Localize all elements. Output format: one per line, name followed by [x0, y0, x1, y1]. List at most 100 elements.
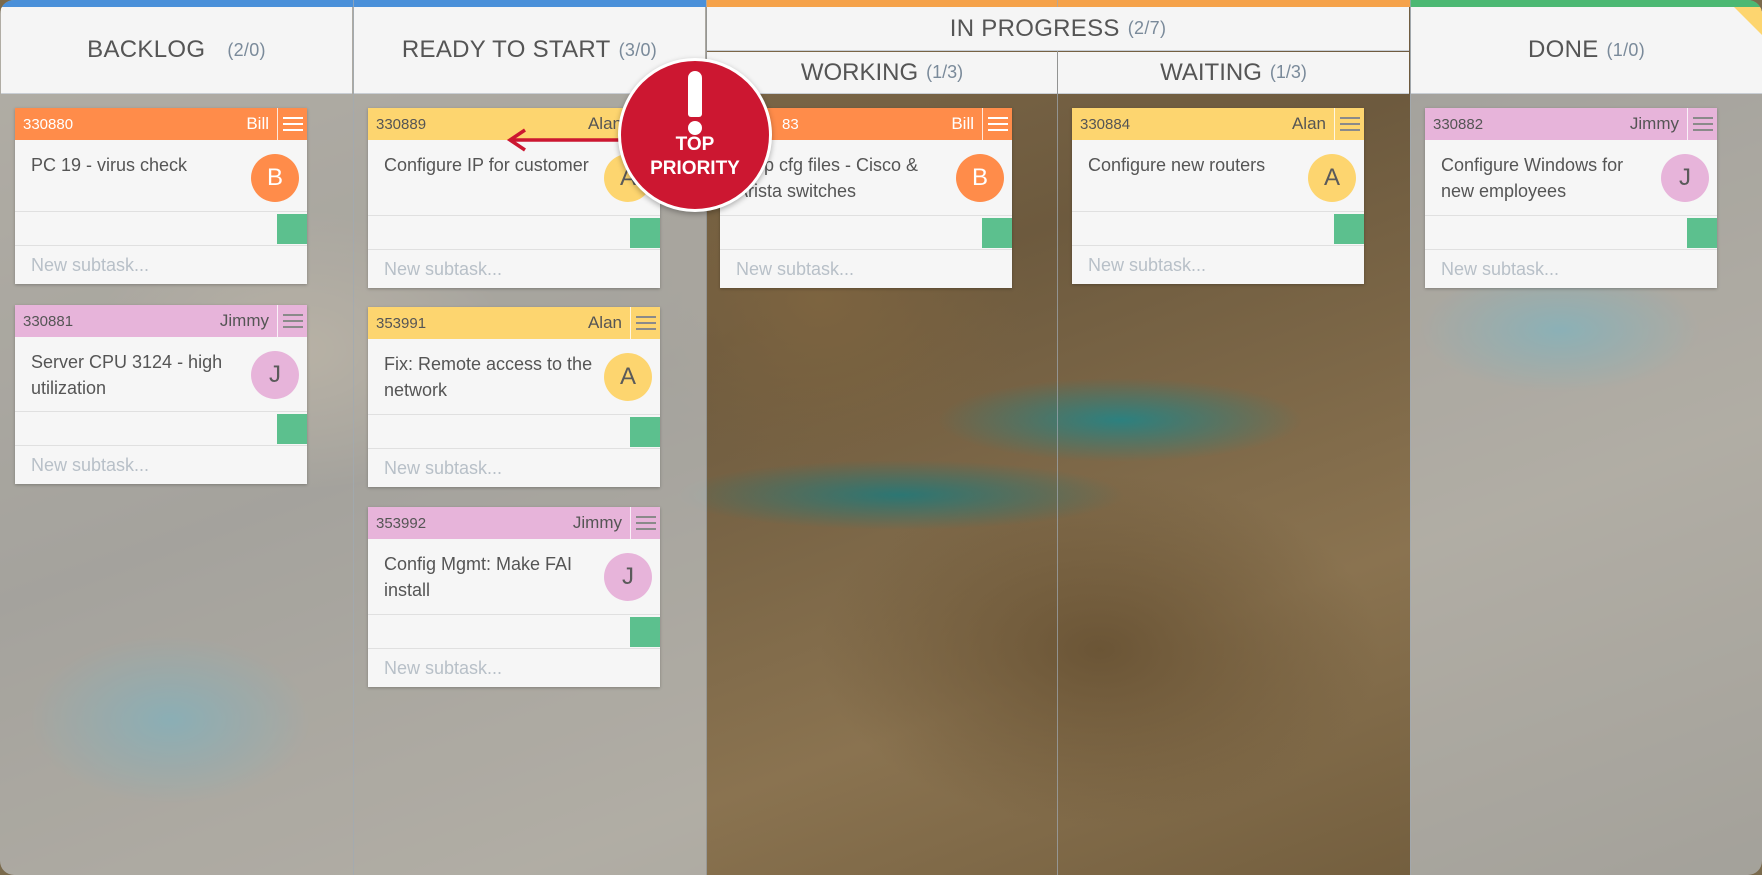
- column-title: READY TO START: [401, 36, 611, 63]
- card-id: 353992: [376, 514, 427, 532]
- card-owner: Alan: [1291, 114, 1326, 133]
- card-title: Config Mgmt: Make FAI install: [384, 554, 573, 600]
- card-title: Fix: Remote access to the network: [384, 354, 593, 400]
- card-header: 353991 Alan: [368, 307, 660, 339]
- avatar[interactable]: A: [1308, 154, 1356, 202]
- avatar[interactable]: A: [604, 353, 652, 401]
- status-tag[interactable]: [630, 617, 660, 647]
- new-subtask-input[interactable]: New subtask...: [1072, 246, 1364, 284]
- card-header: 330880 Bill: [15, 108, 307, 140]
- card-tag-row: [1072, 212, 1364, 246]
- task-card[interactable]: 330881 Jimmy Server CPU 3124 - high util…: [15, 305, 307, 484]
- card-title: Server CPU 3124 - high utilization: [31, 352, 223, 398]
- done-header[interactable]: DONE (1/0): [1411, 7, 1762, 94]
- status-tag[interactable]: [277, 214, 307, 244]
- card-tag-row: [368, 415, 660, 449]
- card-body: Config Mgmt: Make FAI install J: [368, 539, 660, 615]
- waiting-header[interactable]: WAITING (1/3): [1058, 52, 1409, 94]
- new-subtask-input[interactable]: New subtask...: [368, 649, 660, 687]
- card-title: Configure IP for customer: [384, 155, 589, 175]
- column-title: WAITING: [1160, 58, 1262, 86]
- task-card[interactable]: 330884 Alan Configure new routers A New …: [1072, 108, 1364, 284]
- exclamation-icon: [688, 71, 702, 135]
- card-owner: Bill: [246, 114, 269, 133]
- priority-line-1: TOP: [675, 134, 715, 155]
- column-count: (2/7): [1127, 18, 1167, 38]
- card-owner: Alan: [587, 313, 622, 332]
- column-title: DONE: [1527, 36, 1599, 63]
- card-id: 353991: [376, 314, 427, 332]
- avatar[interactable]: B: [251, 154, 299, 202]
- card-title: Configure Windows for new employees: [1441, 155, 1624, 201]
- card-menu-icon[interactable]: [1687, 108, 1717, 140]
- task-card[interactable]: 353991 Alan Fix: Remote access to the ne…: [368, 307, 660, 487]
- backlog-header[interactable]: BACKLOG (2/0): [1, 7, 352, 94]
- card-title: PC 19 - virus check: [31, 155, 188, 175]
- status-tag[interactable]: [1687, 218, 1717, 248]
- working-header[interactable]: WORKING (1/3): [707, 52, 1057, 94]
- card-menu-icon[interactable]: [277, 305, 307, 337]
- card-tag-row: [15, 412, 307, 446]
- column-count: (1/3): [926, 62, 964, 82]
- top-priority-badge: TOP PRIORITY: [618, 58, 772, 212]
- card-tag-row: [720, 216, 1012, 250]
- kanban-board: BACKLOG (2/0) READY TO START (3/0) IN PR…: [0, 0, 1762, 875]
- new-subtask-input[interactable]: New subtask...: [15, 246, 307, 284]
- done-color-bar: [1410, 0, 1762, 7]
- card-menu-icon[interactable]: [1334, 108, 1364, 140]
- new-subtask-input[interactable]: New subtask...: [368, 449, 660, 487]
- card-menu-icon[interactable]: [982, 108, 1012, 140]
- avatar[interactable]: J: [1661, 154, 1709, 202]
- column-title: IN PROGRESS: [949, 14, 1120, 42]
- status-tag[interactable]: [1334, 214, 1364, 244]
- card-header: 330882 Jimmy: [1425, 108, 1717, 140]
- arrow-left-icon: [506, 128, 623, 152]
- card-body: PC 19 - virus check B: [15, 140, 307, 212]
- status-tag[interactable]: [277, 414, 307, 444]
- card-menu-icon[interactable]: [277, 108, 307, 140]
- new-subtask-input[interactable]: New subtask...: [1425, 250, 1717, 288]
- card-id: 330884: [1080, 115, 1131, 133]
- card-id: 330881: [23, 312, 74, 330]
- card-id: 330882: [1433, 115, 1484, 133]
- column-count: (2/0): [227, 39, 266, 60]
- card-menu-icon[interactable]: [630, 507, 660, 539]
- task-card[interactable]: 330880 Bill PC 19 - virus check B New su…: [15, 108, 307, 284]
- card-title: Configure new routers: [1088, 155, 1266, 175]
- task-card[interactable]: 353992 Jimmy Config Mgmt: Make FAI insta…: [368, 507, 660, 687]
- card-id: 330880: [23, 115, 74, 133]
- new-subtask-input[interactable]: New subtask...: [720, 250, 1012, 288]
- in-progress-color-bar: [706, 0, 1410, 7]
- card-body: Configure new routers A: [1072, 140, 1364, 212]
- card-owner: Jimmy: [572, 513, 622, 532]
- card-tag-row: [15, 212, 307, 246]
- card-body: Fix: Remote access to the network A: [368, 339, 660, 415]
- card-tag-row: [368, 216, 660, 250]
- new-subtask-input[interactable]: New subtask...: [15, 446, 307, 484]
- column-title: BACKLOG: [87, 36, 206, 63]
- card-tag-row: [1425, 216, 1717, 250]
- column-count: (3/0): [618, 39, 658, 60]
- in-progress-header[interactable]: IN PROGRESS (2/7): [707, 7, 1409, 51]
- column-count: (1/3): [1269, 62, 1307, 82]
- card-body: Configure Windows for new employees J: [1425, 140, 1717, 216]
- avatar[interactable]: B: [956, 154, 1004, 202]
- column-title: WORKING: [800, 58, 919, 86]
- status-tag[interactable]: [982, 218, 1012, 248]
- card-header: 353992 Jimmy: [368, 507, 660, 539]
- status-tag[interactable]: [630, 417, 660, 447]
- corner-flag-icon: [1734, 7, 1762, 35]
- card-owner: Bill: [951, 114, 974, 133]
- card-header: 330881 Jimmy: [15, 305, 307, 337]
- avatar[interactable]: J: [251, 351, 299, 399]
- priority-line-2: PRIORITY: [650, 158, 740, 179]
- column-divider: [1057, 0, 1058, 875]
- column-divider: [353, 0, 354, 875]
- avatar[interactable]: J: [604, 553, 652, 601]
- status-tag[interactable]: [630, 218, 660, 248]
- column-divider: [1410, 0, 1411, 875]
- card-menu-icon[interactable]: [630, 307, 660, 339]
- column-count: (1/0): [1606, 39, 1646, 60]
- new-subtask-input[interactable]: New subtask...: [368, 250, 660, 288]
- task-card[interactable]: 330882 Jimmy Configure Windows for new e…: [1425, 108, 1717, 288]
